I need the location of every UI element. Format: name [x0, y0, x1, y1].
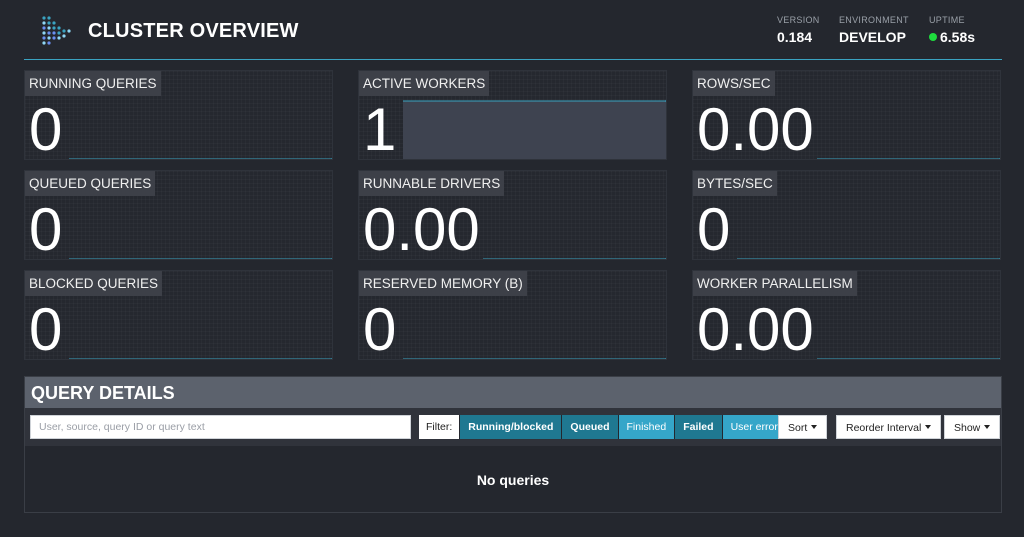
page-header: CLUSTER OVERVIEW VERSION 0.184 ENVIRONME…	[24, 0, 1002, 60]
metric-title: BLOCKED QUERIES	[25, 271, 163, 296]
metric-title: QUEUED QUERIES	[25, 171, 156, 196]
version-label: VERSION	[777, 15, 820, 25]
reorder-interval-label: Reorder Interval	[846, 422, 922, 434]
metric-card-queued-queries: QUEUED QUERIES 0	[24, 170, 333, 260]
caret-down-icon	[984, 425, 991, 429]
metric-title: RUNNABLE DRIVERS	[359, 171, 505, 196]
query-details-title: QUERY DETAILS	[25, 377, 1001, 408]
metric-value: 0	[29, 296, 63, 360]
query-toolbar: Filter: Running/blocked Queued Finished …	[25, 408, 1001, 446]
metric-value: 0.00	[363, 196, 480, 260]
metric-card-running-queries: RUNNING QUERIES 0	[24, 70, 333, 160]
metric-value: 0.00	[697, 296, 814, 360]
environment-label: ENVIRONMENT	[839, 15, 909, 25]
uptime-value: 6.58s	[940, 29, 976, 45]
filter-failed[interactable]: Failed	[674, 415, 722, 439]
metric-title: ACTIVE WORKERS	[359, 71, 490, 96]
caret-down-icon	[811, 425, 818, 429]
filter-finished[interactable]: Finished	[617, 415, 675, 439]
metric-value: 1	[363, 96, 397, 160]
metric-value: 0	[363, 296, 397, 360]
show-button[interactable]: Show	[944, 415, 1001, 439]
metric-card-blocked-queries: BLOCKED QUERIES 0	[24, 270, 333, 360]
metric-card-worker-parallelism: WORKER PARALLELISM 0.00	[692, 270, 1001, 360]
metric-card-reserved-memory: RESERVED MEMORY (B) 0	[358, 270, 667, 360]
metric-card-active-workers: ACTIVE WORKERS 1	[358, 70, 667, 160]
version-stat: VERSION 0.184	[777, 15, 820, 45]
sort-button[interactable]: Sort	[778, 415, 828, 439]
filter-user-error[interactable]: User error	[721, 415, 786, 439]
metric-card-rows-sec: ROWS/SEC 0.00	[692, 70, 1001, 160]
metric-title: ROWS/SEC	[693, 71, 775, 96]
metric-title: WORKER PARALLELISM	[693, 271, 857, 296]
status-dot-icon	[929, 33, 937, 41]
metric-value: 0	[29, 196, 63, 260]
environment-value: DEVELOP	[839, 29, 906, 45]
environment-stat: ENVIRONMENT DEVELOP	[839, 15, 909, 45]
version-value: 0.184	[777, 29, 813, 45]
filter-group: Filter: Running/blocked Queued Finished …	[419, 415, 786, 439]
metric-card-runnable-drivers: RUNNABLE DRIVERS 0.00	[358, 170, 667, 260]
show-button-label: Show	[954, 422, 981, 434]
presto-logo-icon	[42, 16, 71, 45]
caret-down-icon	[925, 425, 932, 429]
metric-title: RESERVED MEMORY (B)	[359, 271, 527, 296]
filter-label: Filter:	[419, 415, 460, 439]
filter-queued[interactable]: Queued	[561, 415, 618, 439]
metric-title: RUNNING QUERIES	[25, 71, 161, 96]
uptime-stat: UPTIME 6.58s	[929, 15, 975, 45]
reorder-interval-button[interactable]: Reorder Interval	[836, 415, 942, 439]
filter-running-blocked[interactable]: Running/blocked	[459, 415, 562, 439]
metric-card-bytes-sec: BYTES/SEC 0	[692, 170, 1001, 260]
page-title: CLUSTER OVERVIEW	[88, 20, 299, 42]
metric-value: 0	[29, 96, 63, 160]
query-search-input[interactable]	[30, 415, 411, 439]
uptime-label: UPTIME	[929, 15, 965, 25]
empty-state-message: No queries	[476, 472, 550, 488]
query-details-panel: QUERY DETAILS Filter: Running/blocked Qu…	[24, 376, 1002, 513]
sort-button-label: Sort	[788, 422, 808, 434]
metric-value: 0	[697, 196, 731, 260]
metric-value: 0.00	[697, 96, 814, 160]
metric-title: BYTES/SEC	[693, 171, 777, 196]
